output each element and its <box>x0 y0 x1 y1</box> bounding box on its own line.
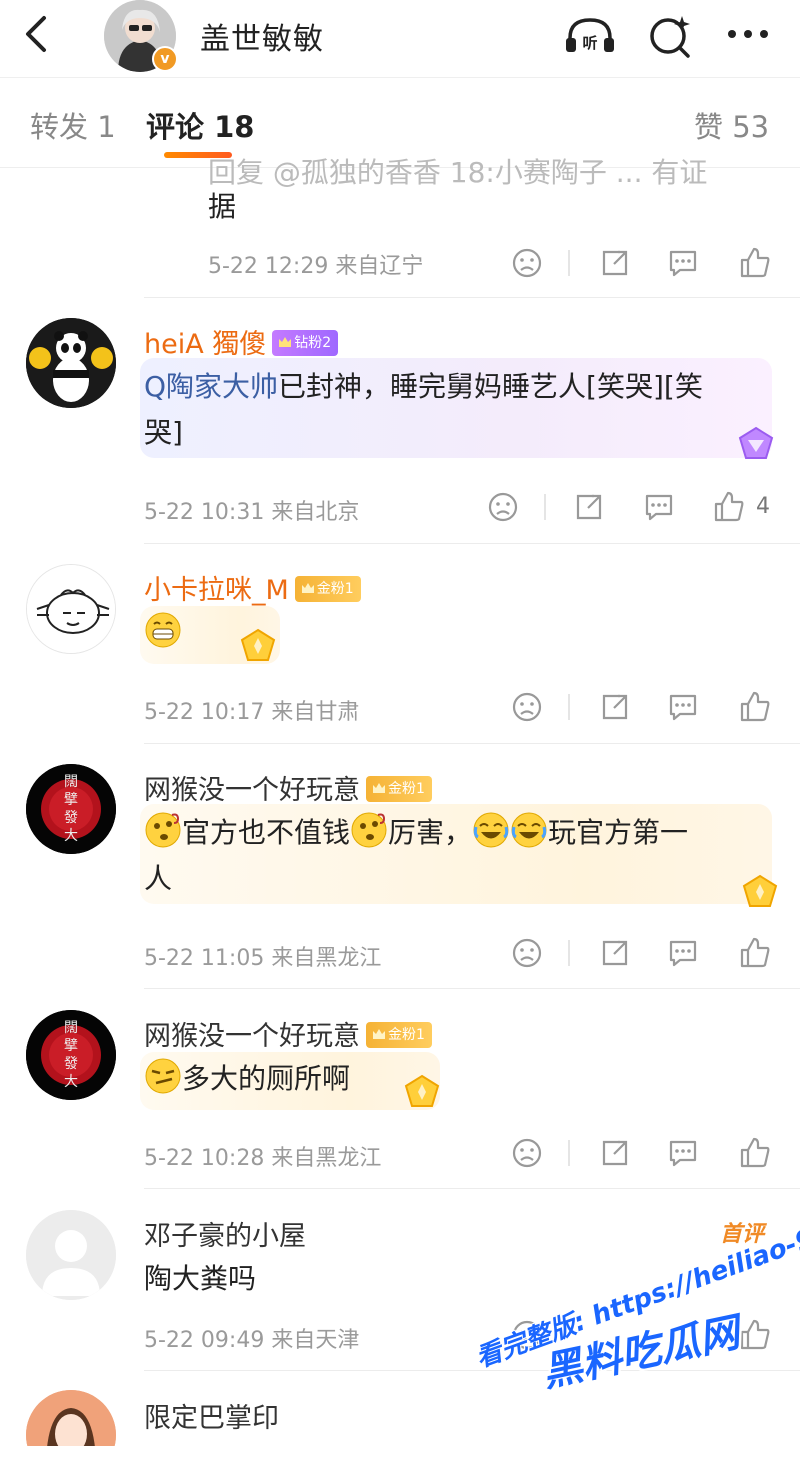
comment-divider <box>144 543 800 544</box>
commenter-avatar[interactable] <box>26 318 116 408</box>
dislike-icon[interactable] <box>510 1136 544 1170</box>
comment-meta: 5-22 10:28 来自黑龙江 <box>144 1146 382 1171</box>
commenter-name[interactable]: 邓子豪的小屋 <box>144 1214 306 1253</box>
svg-text:闊: 闊 <box>64 1020 78 1036</box>
comment-divider <box>144 1370 800 1371</box>
comment-text: 据 <box>208 190 237 223</box>
svg-text:發: 發 <box>64 810 78 826</box>
crown-icon <box>301 582 314 593</box>
commenter-avatar[interactable]: 闊 擘 發 大 <box>26 1010 116 1100</box>
like-count: 4 <box>756 494 770 519</box>
like-icon[interactable] <box>738 246 772 280</box>
comment-meta: 5-22 10:17 来自甘肃 <box>144 700 360 725</box>
tab-comments[interactable]: 评论 18 <box>146 104 254 146</box>
action-divider <box>568 940 570 966</box>
svg-text:闊: 闊 <box>64 774 78 790</box>
laugh-cry-emoji-icon <box>511 812 547 848</box>
comment-text: 多大的厕所啊 <box>144 1056 350 1102</box>
svg-text:擘: 擘 <box>64 792 78 808</box>
fan-badge: 钻粉2 <box>272 329 339 356</box>
share-icon[interactable] <box>598 690 632 724</box>
commenter-avatar[interactable]: 闊 擘 發 大 <box>26 764 116 854</box>
reply-icon[interactable] <box>666 936 700 970</box>
smirk-emoji-icon <box>145 1058 181 1094</box>
thinking-emoji-icon <box>351 812 387 848</box>
reply-icon[interactable] <box>666 1136 700 1170</box>
comment-divider <box>144 297 800 298</box>
reply-icon[interactable] <box>666 690 700 724</box>
comment-meta: 5-22 12:29 来自辽宁 <box>208 254 424 279</box>
grin-emoji-icon <box>145 612 181 648</box>
comment-meta: 5-22 10:31 来自北京 <box>144 500 360 525</box>
comment-meta: 5-22 09:49 来自天津 <box>144 1328 360 1353</box>
bottom-bar <box>0 1446 800 1476</box>
tab-repost[interactable]: 转发 1 <box>30 104 116 146</box>
reply-icon[interactable] <box>666 246 700 280</box>
action-divider <box>568 1140 570 1166</box>
share-icon[interactable] <box>598 936 632 970</box>
gold-medal-icon <box>234 626 282 670</box>
laugh-cry-emoji-icon <box>473 812 509 848</box>
commenter-name[interactable]: 网猴没一个好玩意 金粉1 <box>144 1014 432 1053</box>
action-divider <box>568 250 570 276</box>
comment-text: Q陶家大帅已封神，睡完舅妈睡艺人[笑哭][笑 <box>144 370 703 403</box>
commenter-avatar[interactable] <box>26 564 116 654</box>
top-bar: v 盖世敏敏 听 <box>0 0 800 78</box>
dislike-icon[interactable] <box>486 490 520 524</box>
action-divider <box>568 694 570 720</box>
like-icon[interactable] <box>712 490 746 524</box>
crown-icon <box>373 782 385 793</box>
tab-likes[interactable]: 赞 53 <box>694 104 769 146</box>
svg-text:大: 大 <box>64 1074 78 1090</box>
comment-text: 陶大粪吗 <box>144 1262 257 1295</box>
dislike-icon[interactable] <box>510 246 544 280</box>
comment-divider <box>144 988 800 989</box>
comment-text <box>144 610 182 656</box>
commenter-name[interactable]: 网猴没一个好玩意 金粉1 <box>144 768 432 807</box>
fan-badge: 金粉1 <box>366 1021 432 1048</box>
crown-icon <box>279 336 292 347</box>
diamond-medal-icon <box>732 424 780 468</box>
comment-divider <box>144 1188 800 1189</box>
svg-text:听: 听 <box>582 34 597 52</box>
fan-badge: 金粉1 <box>294 575 361 602</box>
action-divider <box>544 494 546 520</box>
crown-icon <box>373 1028 385 1039</box>
comment-divider <box>144 743 800 744</box>
commenter-avatar[interactable] <box>26 1210 116 1300</box>
comment-text: 官方也不值钱 厉害， 玩官方第一 <box>144 810 688 856</box>
verified-badge: v <box>152 46 178 72</box>
gold-medal-icon <box>736 872 784 916</box>
page-title: 盖世敏敏 <box>200 22 324 57</box>
svg-text:發: 發 <box>64 1056 78 1072</box>
comment-text-line2: 哭] <box>144 416 183 449</box>
reply-icon[interactable] <box>642 490 676 524</box>
listen-icon[interactable]: 听 <box>562 12 618 60</box>
like-icon[interactable] <box>738 1136 772 1170</box>
commenter-name[interactable]: 小卡拉咪_M 金粉1 <box>144 568 361 607</box>
thinking-emoji-icon <box>145 812 181 848</box>
comment-text-line2: 人 <box>144 862 173 895</box>
commenter-name[interactable]: heiA 獨傻 钻粉2 <box>144 322 339 361</box>
svg-text:擘: 擘 <box>64 1038 78 1054</box>
back-button[interactable] <box>18 12 58 56</box>
gold-medal-icon <box>398 1072 446 1116</box>
comment-meta: 5-22 11:05 来自黑龙江 <box>144 946 382 971</box>
share-icon[interactable] <box>598 1136 632 1170</box>
search-sparkle-icon[interactable] <box>644 12 700 60</box>
share-icon[interactable] <box>598 246 632 280</box>
dislike-icon[interactable] <box>510 690 544 724</box>
like-icon[interactable] <box>738 690 772 724</box>
like-icon[interactable] <box>738 1318 772 1352</box>
more-icon[interactable] <box>722 12 778 60</box>
comment-text-partial: 回复 @孤独的香香 18:小赛陶子 ... 有证 <box>208 156 708 189</box>
like-icon[interactable] <box>738 936 772 970</box>
search-topic-link[interactable]: Q陶家大帅 <box>144 370 278 403</box>
share-icon[interactable] <box>572 490 606 524</box>
commenter-name[interactable]: 限定巴掌印 <box>144 1396 279 1435</box>
fan-badge: 金粉1 <box>366 775 432 802</box>
dislike-icon[interactable] <box>510 936 544 970</box>
svg-text:大: 大 <box>64 828 78 844</box>
